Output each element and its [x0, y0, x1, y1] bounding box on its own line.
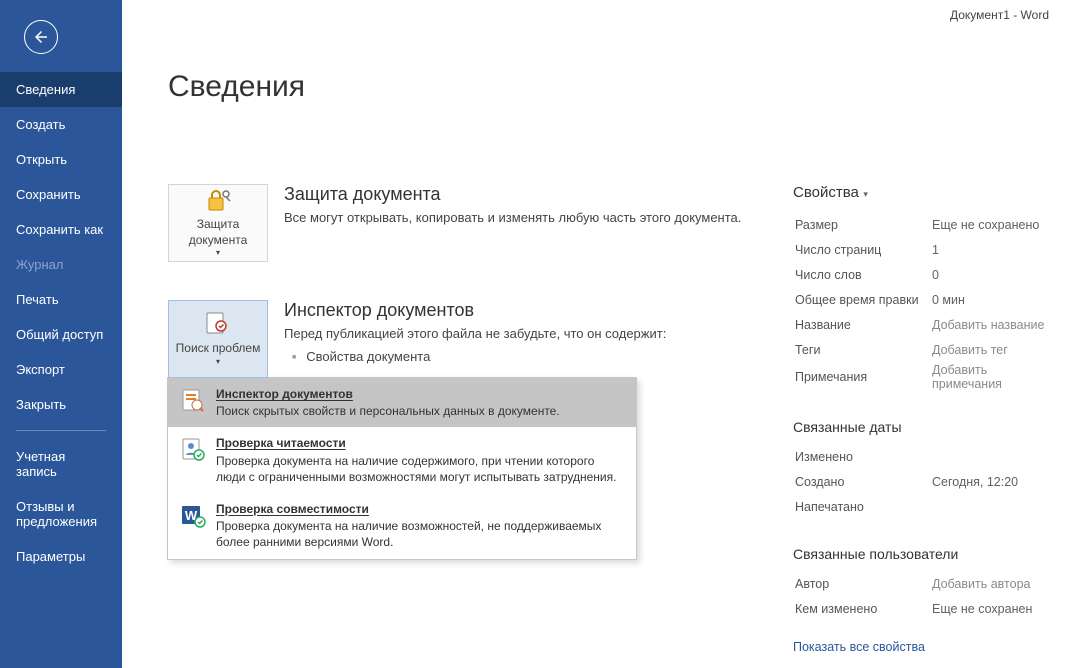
nav-footer-2[interactable]: Параметры — [0, 539, 122, 574]
show-all-properties-link[interactable]: Показать все свойства — [793, 640, 925, 654]
nav-item-6[interactable]: Печать — [0, 282, 122, 317]
property-row: НазваниеДобавить название — [795, 313, 1045, 336]
nav-footer-0[interactable]: Учетная запись — [0, 439, 122, 489]
menu-desc: Проверка документа на наличие возможност… — [216, 519, 601, 549]
nav-separator — [16, 430, 106, 431]
property-value: 0 — [932, 263, 1045, 286]
properties-panel: Свойства ▾ РазмерЕще не сохраненоЧисло с… — [773, 184, 1047, 656]
lock-icon — [203, 187, 233, 213]
inspect-icon — [203, 311, 233, 337]
dropdown-arrow-icon: ▾ — [216, 357, 220, 367]
property-value: Сегодня, 12:20 — [932, 470, 1045, 493]
property-row: Изменено — [795, 445, 1045, 468]
menu-title: Проверка совместимости — [216, 501, 626, 517]
property-value[interactable]: Добавить название — [932, 313, 1045, 336]
nav-item-7[interactable]: Общий доступ — [0, 317, 122, 352]
check-issues-dropdown: Инспектор документов Поиск скрытых свойст… — [167, 377, 637, 560]
dropdown-arrow-icon: ▾ — [216, 248, 220, 258]
property-value: 1 — [932, 238, 1045, 261]
nav-item-8[interactable]: Экспорт — [0, 352, 122, 387]
arrow-left-icon — [32, 28, 50, 46]
property-value[interactable]: Добавить примечания — [932, 363, 1045, 391]
nav-item-0[interactable]: Сведения — [0, 72, 122, 107]
property-value — [932, 495, 1045, 518]
dropdown-item-2[interactable]: W Проверка совместимости Проверка документ… — [168, 493, 636, 559]
property-value[interactable]: Добавить автора — [932, 572, 1045, 595]
check-issues-button[interactable]: Поиск проблем ▾ — [168, 300, 268, 378]
check-button-label: Поиск проблем — [176, 341, 261, 357]
menu-desc: Проверка документа на наличие содержимог… — [216, 454, 616, 484]
property-value: Еще не сохранен — [932, 597, 1045, 620]
property-row: СозданоСегодня, 12:20 — [795, 470, 1045, 493]
property-row: ТегиДобавить тег — [795, 338, 1045, 361]
property-value[interactable]: Добавить тег — [932, 338, 1045, 361]
users-header: Связанные пользователи — [793, 546, 1047, 562]
property-row: Общее время правки0 мин — [795, 288, 1045, 311]
inspect-desc: Перед публикацией этого файла не забудьт… — [284, 325, 773, 343]
property-row: Число слов0 — [795, 263, 1045, 286]
nav-item-2[interactable]: Открыть — [0, 142, 122, 177]
window-title: Документ1 - Word — [950, 8, 1049, 22]
property-key: Число слов — [795, 263, 930, 286]
property-row: Число страниц1 — [795, 238, 1045, 261]
protect-desc: Все могут открывать, копировать и изменя… — [284, 209, 773, 227]
property-key: Изменено — [795, 445, 930, 468]
property-key: Теги — [795, 338, 930, 361]
nav-item-1[interactable]: Создать — [0, 107, 122, 142]
dropdown-item-0[interactable]: Инспектор документов Поиск скрытых свойст… — [168, 378, 636, 427]
page-title: Сведения — [168, 70, 1047, 104]
property-key: Автор — [795, 572, 930, 595]
inspect-bullet: Свойства документа — [284, 349, 773, 364]
menu-desc: Поиск скрытых свойств и персональных дан… — [216, 404, 560, 418]
property-value — [932, 445, 1045, 468]
property-value: Еще не сохранено — [932, 213, 1045, 236]
nav-item-9[interactable]: Закрыть — [0, 387, 122, 422]
property-row: Напечатано — [795, 495, 1045, 518]
menu-icon — [178, 435, 208, 465]
property-row: АвторДобавить автора — [795, 572, 1045, 595]
dropdown-item-1[interactable]: Проверка читаемости Проверка документа на… — [168, 427, 636, 493]
property-row: РазмерЕще не сохранено — [795, 213, 1045, 236]
protect-document-button[interactable]: Защита документа ▾ — [168, 184, 268, 262]
property-key: Число страниц — [795, 238, 930, 261]
property-row: ПримечанияДобавить примечания — [795, 363, 1045, 391]
property-key: Напечатано — [795, 495, 930, 518]
property-key: Кем изменено — [795, 597, 930, 620]
protect-title: Защита документа — [284, 184, 773, 205]
property-key: Создано — [795, 470, 930, 493]
nav-item-5: Журнал — [0, 247, 122, 282]
menu-icon: W — [178, 501, 208, 531]
back-button[interactable] — [24, 20, 58, 54]
dates-header: Связанные даты — [793, 419, 1047, 435]
property-key: Общее время правки — [795, 288, 930, 311]
main-content: Документ1 - Word Сведения Защита докумен… — [122, 0, 1079, 668]
property-key: Название — [795, 313, 930, 336]
menu-icon — [178, 386, 208, 416]
properties-header[interactable]: Свойства ▾ — [793, 184, 1047, 201]
nav-footer-1[interactable]: Отзывы и предложения — [0, 489, 122, 539]
protect-button-label: Защита документа — [169, 217, 267, 248]
property-row: Кем измененоЕще не сохранен — [795, 597, 1045, 620]
property-key: Размер — [795, 213, 930, 236]
backstage-sidebar: СведенияСоздатьОткрытьСохранитьСохранить… — [0, 0, 122, 668]
inspect-title: Инспектор документов — [284, 300, 773, 321]
menu-title: Проверка читаемости — [216, 435, 626, 451]
property-key: Примечания — [795, 363, 930, 391]
menu-title: Инспектор документов — [216, 386, 626, 402]
property-value: 0 мин — [932, 288, 1045, 311]
nav-item-3[interactable]: Сохранить — [0, 177, 122, 212]
nav-item-4[interactable]: Сохранить как — [0, 212, 122, 247]
